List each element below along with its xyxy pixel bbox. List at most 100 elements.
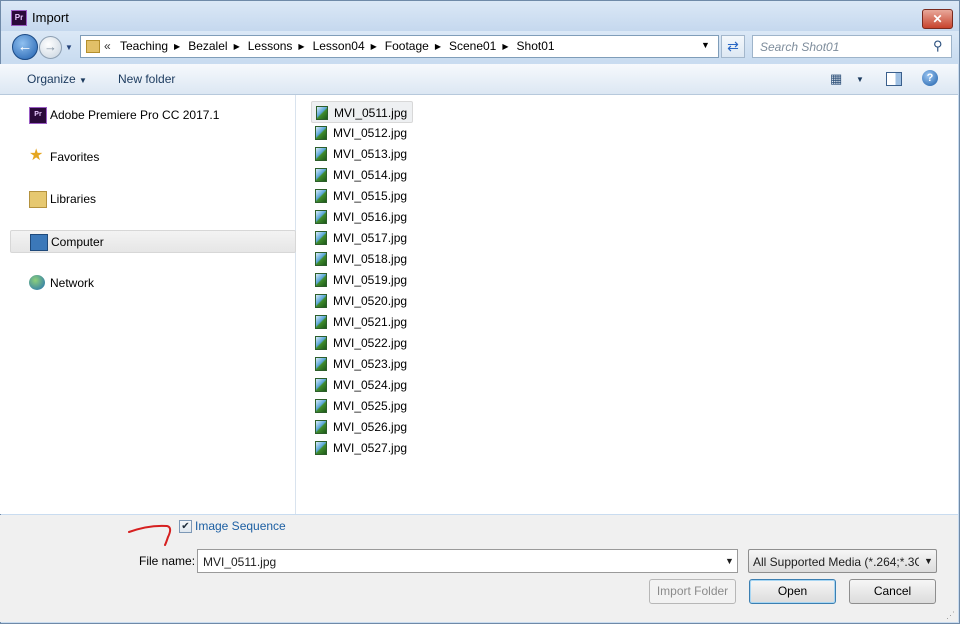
breadcrumb-separator-icon[interactable]: ▶ — [174, 42, 180, 51]
image-file-icon — [315, 147, 327, 161]
search-icon[interactable]: ⚲ — [933, 38, 943, 54]
image-file-icon — [315, 126, 327, 140]
file-name: MVI_0512.jpg — [333, 126, 408, 140]
address-dropdown-icon[interactable]: ▼ — [701, 40, 710, 50]
command-toolbar: Organize ▼ New folder ▦ ▼ ? — [0, 64, 958, 95]
file-name-dropdown-icon[interactable]: ▼ — [725, 556, 734, 566]
premiere-icon: Pr — [29, 107, 47, 124]
image-file-icon — [316, 106, 328, 120]
file-name-value: MVI_0511.jpg — [203, 555, 277, 569]
list-item[interactable]: MVI_0512.jpg — [311, 122, 411, 142]
computer-icon — [30, 234, 48, 251]
view-dropdown-icon[interactable]: ▼ — [856, 75, 864, 84]
image-file-icon — [315, 294, 327, 308]
sidebar-item-computer[interactable]: Computer — [10, 230, 296, 253]
breadcrumb: Teaching ▶ Bezalel ▶ Lessons ▶ Lesson04 ▶ Footag… — [120, 39, 555, 53]
list-item[interactable]: MVI_0517.jpg — [311, 227, 411, 247]
image-file-icon — [315, 210, 327, 224]
file-list: MVI_0511.jpg MVI_0512.jpg MVI_0513.jpg M… — [296, 95, 958, 514]
file-name: MVI_0523.jpg — [333, 357, 408, 371]
image-file-icon — [315, 273, 327, 287]
close-button[interactable]: ✕ — [922, 9, 953, 29]
cancel-button[interactable]: Cancel — [849, 579, 936, 604]
title-bar: Pr Import ✕ — [1, 1, 959, 31]
list-item[interactable]: MVI_0521.jpg — [311, 311, 411, 331]
list-item[interactable]: MVI_0519.jpg — [311, 269, 411, 289]
sidebar-item-label: Network — [50, 276, 95, 290]
recent-locations-dropdown-icon[interactable]: ▼ — [65, 43, 73, 52]
image-file-icon — [315, 420, 327, 434]
image-file-icon — [315, 189, 327, 203]
breadcrumb-item[interactable]: Bezalel — [188, 39, 227, 53]
sidebar-item-premiere[interactable]: Pr Adobe Premiere Pro CC 2017.1 — [10, 104, 294, 125]
import-folder-button[interactable]: Import Folder — [649, 579, 736, 604]
sidebar-item-label: Libraries — [50, 192, 97, 206]
list-item[interactable]: MVI_0516.jpg — [311, 206, 411, 226]
help-icon[interactable]: ? — [922, 70, 938, 86]
file-name: MVI_0522.jpg — [333, 336, 408, 350]
breadcrumb-item[interactable]: Scene01 — [449, 39, 496, 53]
new-folder-button[interactable]: New folder — [118, 72, 175, 86]
breadcrumb-item[interactable]: Shot01 — [517, 39, 555, 53]
forward-button[interactable]: → — [39, 36, 62, 59]
open-button[interactable]: Open — [749, 579, 836, 604]
navigation-pane: Pr Adobe Premiere Pro CC 2017.1 ★ Favori… — [0, 95, 296, 514]
list-item[interactable]: MVI_0520.jpg — [311, 290, 411, 310]
address-bar[interactable]: « Teaching ▶ Bezalel ▶ Lessons ▶ Lesson04 ▶ Foot… — [80, 35, 719, 58]
file-name: MVI_0513.jpg — [333, 147, 408, 161]
breadcrumb-item[interactable]: Footage — [385, 39, 429, 53]
list-item[interactable]: MVI_0511.jpg — [311, 101, 413, 123]
breadcrumb-overflow[interactable]: « — [104, 39, 111, 53]
sidebar-item-label: Adobe Premiere Pro CC 2017.1 — [50, 108, 220, 122]
list-item[interactable]: MVI_0524.jpg — [311, 374, 411, 394]
file-name-field[interactable]: MVI_0511.jpg ▼ — [197, 549, 738, 573]
search-placeholder: Search Shot01 — [760, 40, 840, 54]
image-sequence-label[interactable]: Image Sequence — [195, 519, 286, 533]
list-item[interactable]: MVI_0515.jpg — [311, 185, 411, 205]
organize-menu-button[interactable]: Organize ▼ — [27, 72, 87, 86]
back-button[interactable]: ← — [12, 34, 38, 60]
breadcrumb-separator-icon[interactable]: ▶ — [234, 42, 240, 51]
chevron-down-icon: ▼ — [79, 76, 87, 85]
file-name: MVI_0514.jpg — [333, 168, 408, 182]
list-item[interactable]: MVI_0522.jpg — [311, 332, 411, 352]
list-item[interactable]: MVI_0514.jpg — [311, 164, 411, 184]
file-name: MVI_0516.jpg — [333, 210, 408, 224]
breadcrumb-separator-icon[interactable]: ▶ — [371, 42, 377, 51]
sidebar-item-libraries[interactable]: Libraries — [10, 188, 294, 209]
file-name: MVI_0521.jpg — [333, 315, 408, 329]
list-item[interactable]: MVI_0526.jpg — [311, 416, 411, 436]
breadcrumb-separator-icon[interactable]: ▶ — [298, 42, 304, 51]
file-type-select[interactable]: All Supported Media (*.264;*.3G ▼ — [748, 549, 937, 573]
organize-label: Organize — [27, 72, 76, 86]
list-item[interactable]: MVI_0513.jpg — [311, 143, 411, 163]
list-item[interactable]: MVI_0518.jpg — [311, 248, 411, 268]
window-title: Import — [32, 10, 69, 25]
list-item[interactable]: MVI_0527.jpg — [311, 437, 411, 457]
resize-grip-icon[interactable]: ⋰ — [946, 610, 955, 621]
folder-icon — [86, 40, 100, 53]
breadcrumb-separator-icon[interactable]: ▶ — [435, 42, 441, 51]
breadcrumb-item[interactable]: Teaching — [120, 39, 168, 53]
breadcrumb-item[interactable]: Lessons — [248, 39, 293, 53]
view-options-icon[interactable]: ▦ — [830, 71, 842, 87]
image-sequence-checkbox[interactable]: ✔ — [179, 520, 192, 533]
breadcrumb-item[interactable]: Lesson04 — [313, 39, 365, 53]
list-item[interactable]: MVI_0525.jpg — [311, 395, 411, 415]
file-type-value: All Supported Media (*.264;*.3G — [753, 555, 919, 569]
list-item[interactable]: MVI_0523.jpg — [311, 353, 411, 373]
star-icon: ★ — [29, 147, 44, 164]
file-name: MVI_0525.jpg — [333, 399, 408, 413]
sidebar-item-network[interactable]: Network — [10, 272, 294, 293]
sidebar-item-favorites[interactable]: ★ Favorites — [10, 146, 294, 167]
sidebar-item-label: Favorites — [50, 150, 100, 164]
file-name: MVI_0524.jpg — [333, 378, 408, 392]
search-input[interactable]: Search Shot01 ⚲ — [752, 35, 952, 58]
image-file-icon — [315, 336, 327, 350]
refresh-button[interactable]: ⇄ — [721, 35, 745, 58]
library-icon — [29, 191, 47, 208]
image-file-icon — [315, 231, 327, 245]
image-file-icon — [315, 252, 327, 266]
breadcrumb-separator-icon[interactable]: ▶ — [502, 42, 508, 51]
preview-pane-icon[interactable] — [886, 72, 902, 86]
